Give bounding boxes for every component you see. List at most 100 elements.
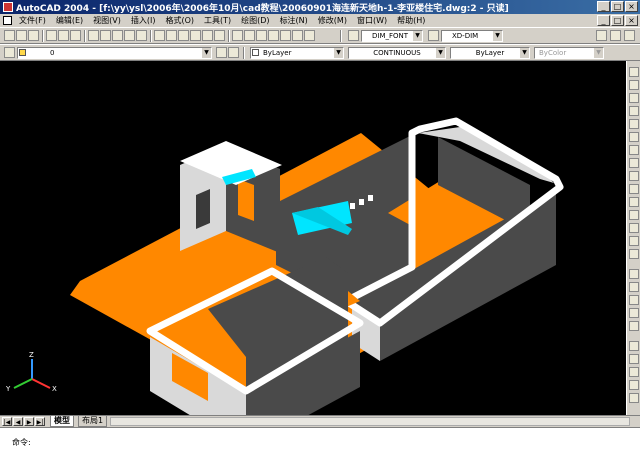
print-icon[interactable] <box>46 30 57 41</box>
layer-manager-icon[interactable] <box>4 47 15 58</box>
new-file-icon[interactable] <box>4 30 15 41</box>
help-icon[interactable] <box>304 30 315 41</box>
region-icon[interactable] <box>629 354 639 364</box>
zoom-realtime-icon[interactable] <box>190 30 201 41</box>
move-icon[interactable] <box>629 132 639 142</box>
layer-dropdown[interactable]: 0 ▼ <box>17 47 212 59</box>
chamfer-icon[interactable] <box>629 223 639 233</box>
menu-tools[interactable]: 工具(T) <box>199 15 236 26</box>
last-tab-icon[interactable]: ▶| <box>35 417 45 426</box>
rotate-icon[interactable] <box>629 145 639 155</box>
maximize-button[interactable]: □ <box>611 1 624 12</box>
dimension-style-dropdown[interactable]: XD-DIM ▼ <box>441 30 503 42</box>
make-object-layer-current-icon[interactable] <box>216 47 227 58</box>
undo-icon[interactable] <box>154 30 165 41</box>
table-icon[interactable] <box>629 367 639 377</box>
chevron-down-icon[interactable]: ▼ <box>436 48 445 58</box>
chevron-down-icon[interactable]: ▼ <box>334 48 343 58</box>
drawing-document-icon[interactable] <box>3 16 12 25</box>
markup-icon[interactable] <box>280 30 291 41</box>
zoom-previous-icon[interactable] <box>214 30 225 41</box>
circle-icon[interactable] <box>629 295 639 305</box>
insert-block-icon[interactable] <box>629 393 639 403</box>
menu-modify[interactable]: 修改(M) <box>313 15 352 26</box>
menu-edit[interactable]: 编辑(E) <box>51 15 88 26</box>
rectangle-icon[interactable] <box>629 269 639 279</box>
tab-model[interactable]: 模型 <box>50 416 74 427</box>
color-dropdown[interactable]: ByLayer ▼ <box>250 47 344 59</box>
save-icon[interactable] <box>28 30 39 41</box>
chevron-down-icon[interactable]: ▼ <box>202 48 211 58</box>
shade-toolbar-icon[interactable] <box>624 30 635 41</box>
text-style-icon[interactable] <box>348 30 359 41</box>
block-editor-icon[interactable] <box>136 30 147 41</box>
cut-icon[interactable] <box>88 30 99 41</box>
menu-help[interactable]: 帮助(H) <box>392 15 430 26</box>
open-file-icon[interactable] <box>16 30 27 41</box>
drawing-viewport[interactable]: Z X Y <box>0 61 626 415</box>
multiline-text-icon[interactable] <box>629 380 639 390</box>
first-tab-icon[interactable]: |◀ <box>2 417 12 426</box>
scale-icon[interactable] <box>629 158 639 168</box>
tab-layout1[interactable]: 布局1 <box>78 416 108 427</box>
break-icon[interactable] <box>629 210 639 220</box>
previous-tab-icon[interactable]: ◀ <box>13 417 23 426</box>
chevron-down-icon[interactable]: ▼ <box>594 48 603 58</box>
erase-icon[interactable] <box>629 67 639 77</box>
layer-previous-icon[interactable] <box>228 47 239 58</box>
extend-icon[interactable] <box>629 197 639 207</box>
tool-palettes-icon[interactable] <box>256 30 267 41</box>
match-properties-icon[interactable] <box>124 30 135 41</box>
close-button[interactable]: × <box>625 1 638 12</box>
explode-icon[interactable] <box>629 249 639 259</box>
next-tab-icon[interactable]: ▶ <box>24 417 34 426</box>
text-style-dropdown[interactable]: DIM_FONT ▼ <box>361 30 423 42</box>
fillet-icon[interactable] <box>629 236 639 246</box>
trim-icon[interactable] <box>629 184 639 194</box>
modify-toolbar <box>626 61 640 415</box>
doc-restore-button[interactable]: □ <box>611 15 624 26</box>
plot-style-dropdown[interactable]: ByColor ▼ <box>534 47 604 59</box>
linetype-dropdown[interactable]: CONTINUOUS ▼ <box>348 47 446 59</box>
pan-icon[interactable] <box>178 30 189 41</box>
doc-minimize-button[interactable]: _ <box>597 15 610 26</box>
horizontal-scrollbar[interactable] <box>110 417 630 426</box>
menu-window[interactable]: 窗口(W) <box>352 15 392 26</box>
chevron-down-icon[interactable]: ▼ <box>413 31 422 41</box>
mirror-icon[interactable] <box>629 93 639 103</box>
publish-icon[interactable] <box>70 30 81 41</box>
design-center-icon[interactable] <box>244 30 255 41</box>
copy-object-icon[interactable] <box>629 80 639 90</box>
minimize-button[interactable]: _ <box>597 1 610 12</box>
menu-insert[interactable]: 插入(I) <box>126 15 161 26</box>
ellipse-icon[interactable] <box>629 321 639 331</box>
menu-dimension[interactable]: 标注(N) <box>275 15 313 26</box>
doc-close-button[interactable]: × <box>625 15 638 26</box>
menu-view[interactable]: 视图(V) <box>88 15 126 26</box>
spline-icon[interactable] <box>629 308 639 318</box>
calculator-icon[interactable] <box>292 30 303 41</box>
view-toolbar-icon[interactable] <box>610 30 621 41</box>
menu-file[interactable]: 文件(F) <box>14 15 51 26</box>
menu-draw[interactable]: 绘图(D) <box>236 15 274 26</box>
array-icon[interactable] <box>629 119 639 129</box>
chevron-down-icon[interactable]: ▼ <box>520 48 529 58</box>
zoom-window-icon[interactable] <box>202 30 213 41</box>
copy-icon[interactable] <box>100 30 111 41</box>
chevron-down-icon[interactable]: ▼ <box>493 31 502 41</box>
offset-icon[interactable] <box>629 106 639 116</box>
hatch-icon[interactable] <box>629 341 639 351</box>
properties-icon[interactable] <box>232 30 243 41</box>
dbconnect-icon[interactable] <box>268 30 279 41</box>
layer-toolbar-icon[interactable] <box>596 30 607 41</box>
stretch-icon[interactable] <box>629 171 639 181</box>
print-preview-icon[interactable] <box>58 30 69 41</box>
lineweight-dropdown[interactable]: ByLayer ▼ <box>450 47 530 59</box>
autocad-app-icon[interactable] <box>3 2 13 12</box>
arc-icon[interactable] <box>629 282 639 292</box>
paste-icon[interactable] <box>112 30 123 41</box>
menu-format[interactable]: 格式(O) <box>160 15 199 26</box>
command-line[interactable]: 命令: <box>0 427 640 450</box>
dimension-style-icon[interactable] <box>428 30 439 41</box>
redo-icon[interactable] <box>166 30 177 41</box>
